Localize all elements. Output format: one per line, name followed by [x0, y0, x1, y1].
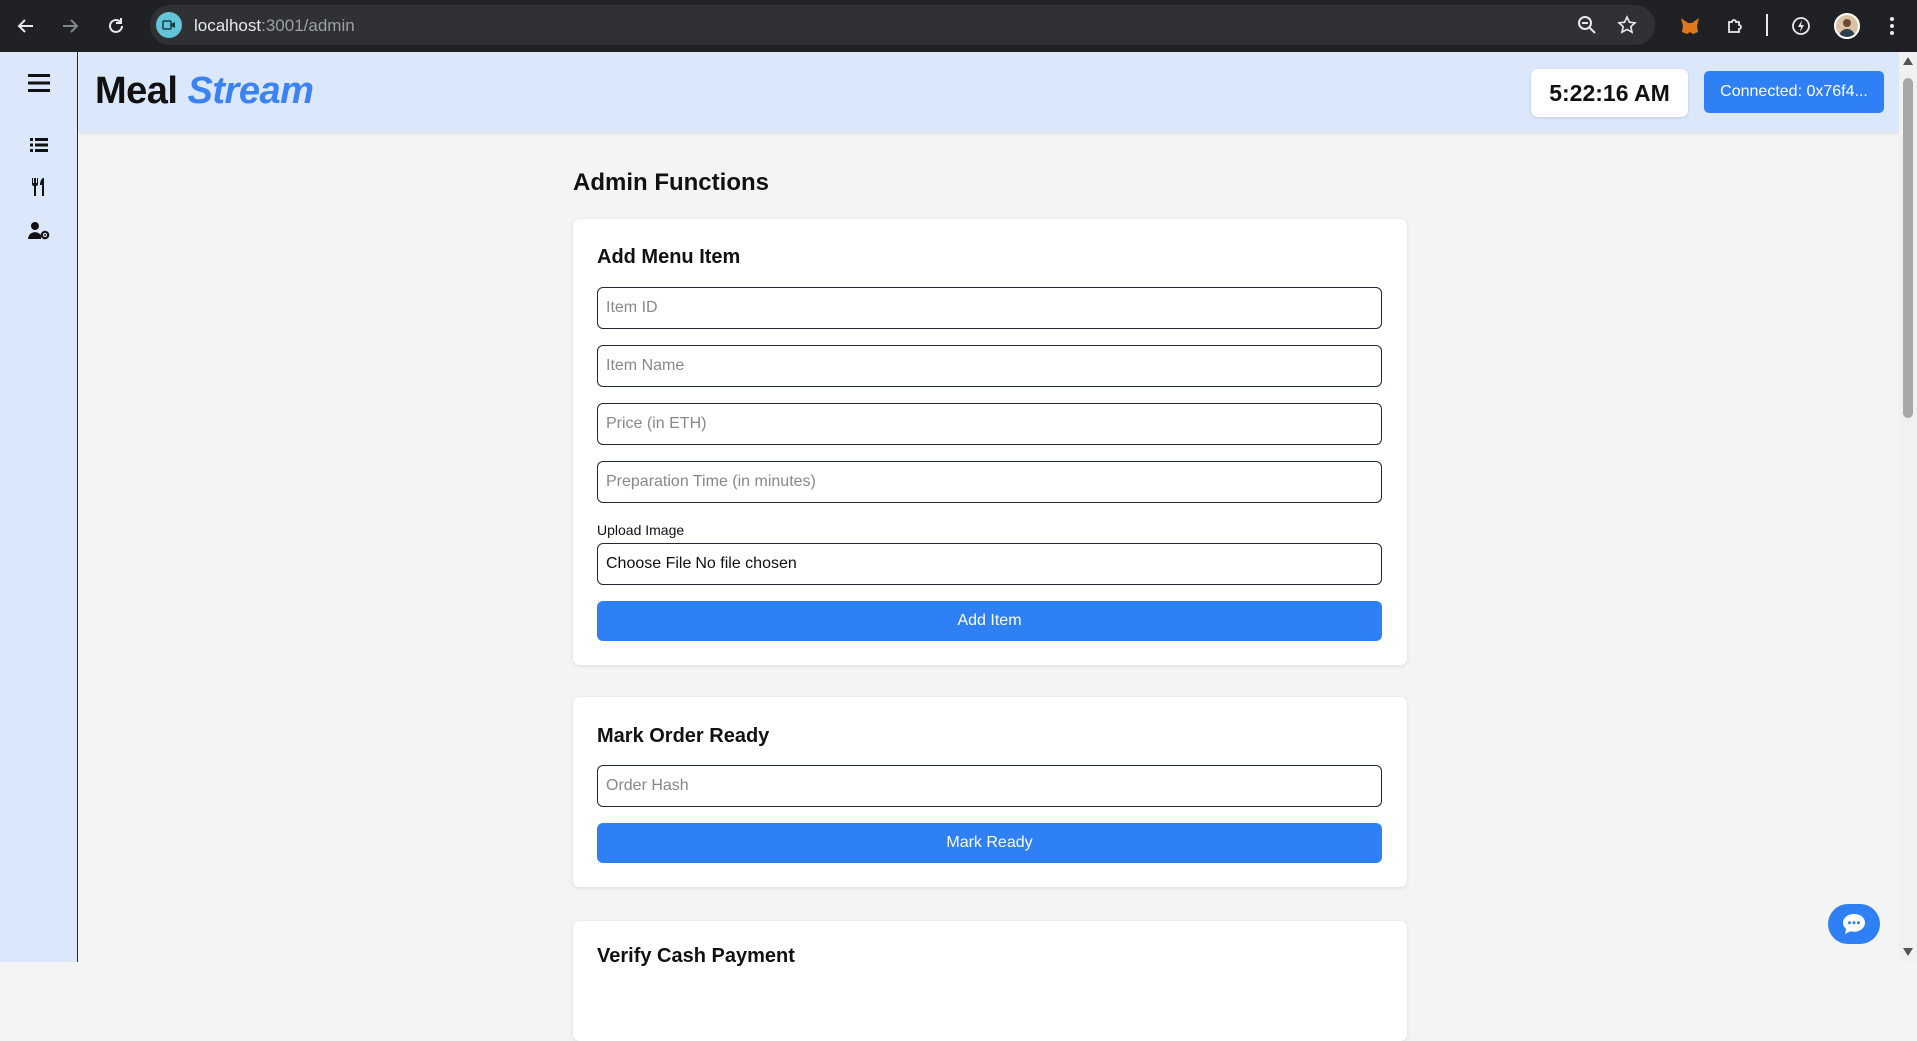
zoom-icon[interactable]: [1577, 15, 1597, 35]
verify-cash-payment-heading: Verify Cash Payment: [597, 945, 795, 967]
order-hash-input[interactable]: [597, 765, 1382, 807]
utensils-icon[interactable]: [26, 174, 52, 200]
mark-ready-button[interactable]: Mark Ready: [597, 823, 1382, 863]
profile-avatar[interactable]: [1834, 13, 1860, 39]
image-file-input[interactable]: Choose File No file chosen: [597, 543, 1382, 585]
page-scrollbar[interactable]: [1899, 52, 1917, 962]
chat-bubble-icon: [1843, 914, 1865, 934]
page-title: Admin Functions: [573, 169, 769, 196]
browser-toolbar: localhost:3001/admin: [0, 0, 1917, 52]
main-content: Admin Functions Add Menu Item Upload Ima…: [573, 167, 1407, 1041]
item-id-input[interactable]: [597, 287, 1382, 329]
scroll-down-arrow-icon[interactable]: [1903, 948, 1913, 956]
extensions-puzzle-icon[interactable]: [1721, 12, 1749, 40]
bookmark-star-icon[interactable]: [1617, 15, 1637, 35]
browser-menu-icon[interactable]: [1878, 12, 1906, 40]
prep-time-input[interactable]: [597, 461, 1382, 503]
price-input[interactable]: [597, 403, 1382, 445]
upload-image-label: Upload Image: [597, 522, 685, 538]
add-menu-item-card: Add Menu Item Upload Image Choose File N…: [573, 219, 1407, 665]
hamburger-icon[interactable]: [26, 70, 52, 96]
toolbar-divider: [1766, 14, 1768, 36]
mark-order-ready-heading: Mark Order Ready: [597, 725, 770, 747]
performance-icon[interactable]: [1787, 12, 1815, 40]
url-text[interactable]: localhost:3001/admin: [194, 16, 355, 36]
add-menu-item-heading: Add Menu Item: [597, 246, 741, 268]
metamask-fox-icon[interactable]: [1676, 12, 1704, 40]
add-item-button[interactable]: Add Item: [597, 601, 1382, 641]
choose-file-button[interactable]: Choose File: [606, 555, 691, 573]
verify-cash-payment-card: Verify Cash Payment: [573, 921, 1407, 1041]
clock-display: 5:22:16 AM: [1531, 69, 1688, 117]
back-arrow-icon[interactable]: [12, 12, 40, 40]
scroll-thumb[interactable]: [1903, 78, 1913, 418]
chat-button[interactable]: [1828, 904, 1880, 944]
forward-arrow-icon[interactable]: [56, 12, 84, 40]
sidebar: [0, 52, 78, 962]
wallet-connect-button[interactable]: Connected: 0x76f4...: [1704, 71, 1884, 113]
list-icon[interactable]: [26, 132, 52, 158]
user-gear-icon[interactable]: [26, 218, 52, 244]
reload-icon[interactable]: [102, 12, 130, 40]
brand-logo[interactable]: Meal Stream: [95, 70, 314, 113]
address-bar[interactable]: localhost:3001/admin: [150, 5, 1655, 45]
app-page: Meal Stream 5:22:16 AM Connected: 0x76f4…: [0, 52, 1917, 1041]
site-info-icon[interactable]: [156, 12, 182, 38]
file-status-text: No file chosen: [695, 555, 797, 572]
scroll-up-arrow-icon[interactable]: [1903, 57, 1913, 65]
app-header: Meal Stream 5:22:16 AM Connected: 0x76f4…: [79, 52, 1899, 132]
mark-order-ready-card: Mark Order Ready Mark Ready: [573, 697, 1407, 887]
item-name-input[interactable]: [597, 345, 1382, 387]
